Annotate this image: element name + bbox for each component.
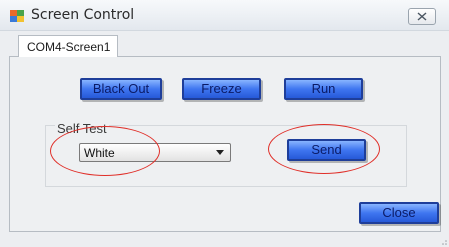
annotation-ellipse-select — [50, 126, 160, 176]
window-close-button[interactable] — [408, 8, 436, 25]
tab-com4-screen1[interactable]: COM4-Screen1 — [18, 35, 118, 57]
close-icon — [417, 12, 427, 21]
app-icon — [10, 9, 24, 22]
screen-control-window: Screen Control COM4-Screen1 Black Out Fr… — [0, 0, 449, 247]
annotation-ellipse-send — [268, 124, 380, 174]
resize-grip-icon[interactable] — [439, 237, 447, 245]
run-button[interactable]: Run — [284, 78, 363, 100]
black-out-button[interactable]: Black Out — [80, 78, 162, 100]
title-bar: Screen Control — [0, 0, 449, 31]
chevron-down-icon — [216, 150, 224, 155]
window-title: Screen Control — [31, 7, 135, 23]
close-button[interactable]: Close — [359, 202, 439, 224]
freeze-button[interactable]: Freeze — [182, 78, 261, 100]
